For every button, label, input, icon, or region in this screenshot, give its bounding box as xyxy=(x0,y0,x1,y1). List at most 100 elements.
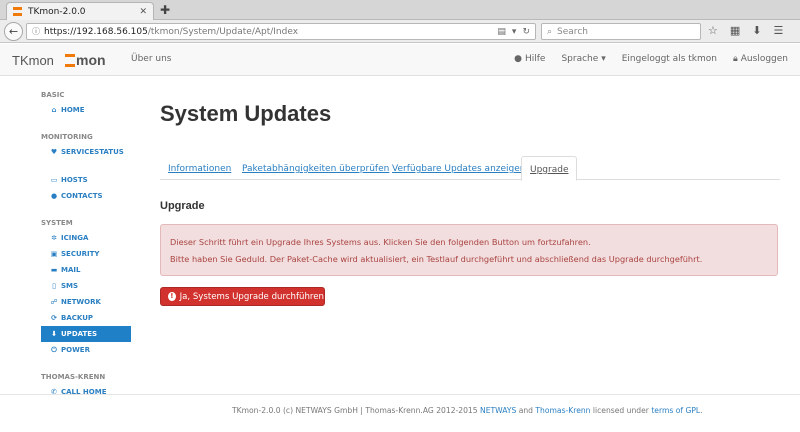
gpl-terms-link[interactable]: terms of GPL xyxy=(651,406,700,415)
sidebar-header-monitoring: MONITORING xyxy=(41,133,93,141)
language-label: Sprache xyxy=(561,54,599,64)
reader-view-icon[interactable]: ▤ xyxy=(497,27,506,37)
sidebar-item-label: HOSTS xyxy=(61,176,88,184)
sidebar-item-home[interactable]: ⌂ HOME xyxy=(41,102,131,118)
browser-navbar: ← ⓘ https://192.168.56.105/tkmon/System/… xyxy=(0,20,800,43)
sidebar-item-label: UPDATES xyxy=(61,330,98,338)
sidebar-item-mail[interactable]: ▬ MAIL xyxy=(41,262,131,278)
sidebar-item-backup[interactable]: ⟳ BACKUP xyxy=(41,310,131,326)
help-label: Hilfe xyxy=(524,54,546,64)
thomas-krenn-link[interactable]: Thomas-Krenn xyxy=(535,406,590,415)
footer-licensed: licensed under xyxy=(590,406,652,415)
page-title: System Updates xyxy=(160,101,332,126)
sidebar-item-label: SERVICESTATUS xyxy=(61,148,124,156)
sidebar-item-label: SMS xyxy=(61,282,79,290)
sidebar-item-hosts[interactable]: ▭ HOSTS xyxy=(41,172,131,188)
tab-upgrade[interactable]: Upgrade xyxy=(521,156,578,181)
lock-icon: 🔒︎ xyxy=(732,54,738,64)
close-tab-icon[interactable]: ✕ xyxy=(139,7,147,17)
sidebar-item-updates[interactable]: ⬇ UPDATES xyxy=(41,326,131,342)
site-info-icon[interactable]: ⓘ xyxy=(32,26,40,37)
logo-mark-icon xyxy=(65,53,75,67)
sidebar-item-contacts[interactable]: ● CONTACTS xyxy=(41,188,131,204)
language-dropdown[interactable]: Sprache ▾ xyxy=(561,54,605,64)
about-link[interactable]: Über uns xyxy=(131,54,172,64)
brand-title[interactable]: TKmon xyxy=(12,53,54,68)
footer: TKmon-2.0.0 (c) NETWAYS GmbH | Thomas-Kr… xyxy=(0,394,800,432)
footer-suffix: . xyxy=(700,406,703,415)
exclamation-circle-icon: ! xyxy=(168,292,176,301)
update-tabs: Informationen Paketabhängigkeiten überpr… xyxy=(160,156,780,181)
refresh-icon: ⟳ xyxy=(51,314,57,322)
icinga-icon: ✲ xyxy=(51,234,57,242)
tab-verfuegbare-updates[interactable]: Verfügbare Updates anzeigen xyxy=(392,164,526,174)
toolbar-icons: ☆ ▦ ⬇ ☰ xyxy=(708,24,783,38)
new-tab-icon[interactable]: ✚ xyxy=(160,3,170,17)
sidebar-header-system: SYSTEM xyxy=(41,219,73,227)
sidebar-header-thomas-krenn: THOMAS-KRENN xyxy=(41,373,106,381)
header-right-nav: ● Hilfe Sprache ▾ Eingeloggt als tkmon 🔒︎… xyxy=(514,54,788,64)
reload-icon[interactable]: ↻ xyxy=(522,27,530,37)
browser-tabbar: TKmon-2.0.0 ✕ ✚ xyxy=(0,0,800,20)
bookmark-star-icon[interactable]: ☆ xyxy=(708,24,718,38)
user-icon: ● xyxy=(50,192,58,200)
lock-icon: ▣ xyxy=(50,250,58,258)
sidebar-item-label: CONTACTS xyxy=(61,192,103,200)
logout-link[interactable]: 🔒︎ Ausloggen xyxy=(733,54,788,64)
search-placeholder: Search xyxy=(557,26,588,37)
downloads-icon[interactable]: ⬇ xyxy=(752,24,761,38)
upgrade-button-label: Ja, Systems Upgrade durchführen xyxy=(179,291,324,302)
url-bar[interactable]: ⓘ https://192.168.56.105/tkmon/System/Up… xyxy=(26,23,536,40)
bookmarks-list-icon[interactable]: ▦ xyxy=(730,24,740,38)
help-link[interactable]: ● Hilfe xyxy=(514,54,545,64)
url-actions: ▤ ▾ ↻ xyxy=(497,27,530,37)
sidebar-item-sms[interactable]: ▯ SMS xyxy=(41,278,131,294)
system-upgrade-button[interactable]: ! Ja, Systems Upgrade durchführen xyxy=(160,287,325,306)
browser-tab[interactable]: TKmon-2.0.0 ✕ xyxy=(6,2,154,20)
tkmon-favicon-icon xyxy=(13,7,22,16)
help-icon: ● xyxy=(514,54,522,64)
tab-paketabhaengigkeiten[interactable]: Paketabhängigkeiten überprüfen xyxy=(242,164,389,174)
footer-text: TKmon-2.0.0 (c) NETWAYS GmbH | Thomas-Kr… xyxy=(232,406,703,415)
sidebar-item-label: ICINGA xyxy=(61,234,89,242)
logged-in-user: Eingeloggt als tkmon xyxy=(621,54,717,64)
sidebar-item-label: POWER xyxy=(61,346,90,354)
browser-tab-title: TKmon-2.0.0 xyxy=(28,6,86,17)
dropdown-arrow-icon[interactable]: ▾ xyxy=(512,27,517,37)
footer-copyright: TKmon-2.0.0 (c) NETWAYS GmbH | Thomas-Kr… xyxy=(232,406,481,415)
netways-link[interactable]: NETWAYS xyxy=(480,406,516,415)
sidebar-item-label: NETWORK xyxy=(61,298,101,306)
search-bar[interactable]: ⌕ Search xyxy=(541,23,701,40)
menu-icon[interactable]: ☰ xyxy=(774,24,784,38)
sidebar-item-label: HOME xyxy=(61,106,85,114)
danger-alert: Dieser Schritt führt ein Upgrade Ihres S… xyxy=(160,224,778,276)
heart-icon: ♥ xyxy=(50,148,58,156)
tab-informationen[interactable]: Informationen xyxy=(168,164,231,174)
sidebar-header-basic: BASIC xyxy=(41,91,65,99)
inbox-icon: ▬ xyxy=(50,266,58,274)
sitemap-icon: ☍ xyxy=(50,298,58,306)
caret-down-icon: ▾ xyxy=(601,54,606,64)
sidebar-item-icinga[interactable]: ✲ ICINGA xyxy=(41,230,131,246)
footer-and: and xyxy=(516,406,536,415)
search-icon: ⌕ xyxy=(547,26,553,37)
logo-text: mon xyxy=(76,52,106,68)
home-icon: ⌂ xyxy=(51,106,57,114)
sidebar-item-security[interactable]: ▣ SECURITY xyxy=(41,246,131,262)
url-text[interactable]: https://192.168.56.105/tkmon/System/Upda… xyxy=(44,27,497,37)
sidebar-item-power[interactable]: ⏻ POWER xyxy=(41,342,131,358)
back-arrow-icon[interactable]: ← xyxy=(4,22,23,41)
sidebar-item-network[interactable]: ☍ NETWORK xyxy=(41,294,131,310)
sidebar-item-label: SECURITY xyxy=(61,250,100,258)
tkmon-logo[interactable]: mon xyxy=(65,52,106,68)
sidebar-item-label: BACKUP xyxy=(61,314,94,322)
alert-line-1: Dieser Schritt führt ein Upgrade Ihres S… xyxy=(170,237,591,247)
sidebar-item-label: MAIL xyxy=(61,266,81,274)
sidebar-item-servicestatus[interactable]: ♥ SERVICESTATUS xyxy=(41,144,131,160)
monitor-icon: ▭ xyxy=(50,176,58,184)
url-path: /tkmon/System/Update/Apt/Index xyxy=(147,26,299,37)
